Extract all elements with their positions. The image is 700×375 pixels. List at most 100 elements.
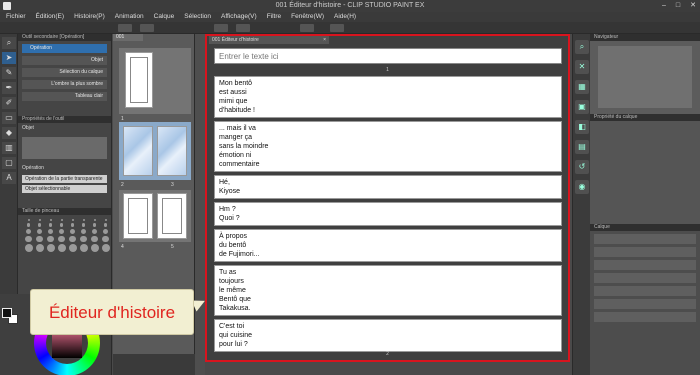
navigator-preview[interactable] bbox=[598, 46, 692, 108]
transform-icon[interactable]: ✕ bbox=[575, 60, 589, 74]
main-color-swatch[interactable] bbox=[2, 308, 12, 318]
brush-size-option[interactable] bbox=[24, 244, 33, 252]
brush-size-option[interactable] bbox=[70, 223, 75, 227]
brush-size-option[interactable] bbox=[79, 244, 88, 252]
brush-size-option[interactable] bbox=[59, 228, 64, 234]
text-tool-icon[interactable]: A bbox=[2, 172, 16, 184]
figure-tool-icon[interactable]: ▢ bbox=[2, 157, 16, 169]
brush-size-option[interactable] bbox=[26, 228, 31, 234]
brush-size-option[interactable] bbox=[103, 223, 108, 227]
cmd-button[interactable] bbox=[330, 24, 344, 32]
menu-edition[interactable]: Édition(E) bbox=[36, 12, 65, 22]
menu-filtre[interactable]: Filtre bbox=[267, 12, 281, 22]
subtool-layer-selection[interactable]: Sélection du calque bbox=[22, 68, 107, 77]
cmd-button[interactable] bbox=[300, 24, 314, 32]
cmd-button[interactable] bbox=[214, 24, 228, 32]
cmd-button[interactable] bbox=[236, 24, 250, 32]
brush-size-option[interactable] bbox=[90, 244, 99, 252]
brush-size-option[interactable] bbox=[46, 244, 55, 252]
brush-size-option[interactable] bbox=[48, 228, 53, 234]
story-entry[interactable]: Hé, Kiyose bbox=[214, 175, 562, 199]
close-icon[interactable]: ✕ bbox=[690, 0, 696, 12]
tone-icon[interactable]: ▦ bbox=[575, 80, 589, 94]
brush-size-option[interactable] bbox=[91, 235, 98, 242]
menu-fichier[interactable]: Fichier bbox=[6, 12, 26, 22]
brush-tool-icon[interactable]: ✐ bbox=[2, 97, 16, 109]
gradient-tool-icon[interactable]: ▥ bbox=[2, 142, 16, 154]
brush-size-option[interactable] bbox=[58, 235, 65, 242]
minimize-icon[interactable]: – bbox=[662, 0, 666, 12]
subtool-light-table[interactable]: Tableau clair bbox=[22, 92, 107, 101]
menu-calque[interactable]: Calque bbox=[154, 12, 175, 22]
close-tab-icon[interactable]: × bbox=[323, 36, 329, 44]
story-entry[interactable]: Hm ? Quoi ? bbox=[214, 202, 562, 226]
operation-tool-icon[interactable]: ➤ bbox=[2, 52, 16, 64]
brush-size-option[interactable] bbox=[92, 228, 97, 234]
page-tab[interactable]: 001 bbox=[113, 34, 143, 41]
story-editor-tab[interactable]: 001 Éditeur d'histoire × bbox=[209, 36, 329, 44]
brush-size-option[interactable] bbox=[27, 219, 30, 221]
maximize-icon[interactable]: □ bbox=[676, 0, 680, 12]
menu-affichage[interactable]: Affichage(V) bbox=[221, 12, 257, 22]
pen-tool-icon[interactable]: ✒ bbox=[2, 82, 16, 94]
menu-animation[interactable]: Animation bbox=[115, 12, 144, 22]
menu-selection[interactable]: Sélection bbox=[184, 12, 211, 22]
brush-size-option[interactable] bbox=[59, 223, 64, 227]
brush-size-option[interactable] bbox=[70, 228, 75, 234]
image-icon[interactable]: ▣ bbox=[575, 100, 589, 114]
brush-size-option[interactable] bbox=[37, 228, 42, 234]
brush-size-option[interactable] bbox=[49, 219, 52, 221]
story-text-input[interactable] bbox=[214, 48, 562, 64]
brush-size-option[interactable] bbox=[81, 228, 86, 234]
eyedropper-tool-icon[interactable]: ✎ bbox=[2, 67, 16, 79]
page-thumbnail[interactable] bbox=[157, 126, 187, 176]
brush-size-option[interactable] bbox=[101, 244, 110, 252]
material-icon[interactable]: ▤ bbox=[575, 140, 589, 154]
brush-size-option[interactable] bbox=[102, 235, 109, 242]
brush-size-option[interactable] bbox=[38, 219, 41, 221]
brush-size-option[interactable] bbox=[36, 235, 43, 242]
brush-size-option[interactable] bbox=[47, 235, 54, 242]
layer-row[interactable] bbox=[594, 299, 696, 309]
menu-aide[interactable]: Aide(H) bbox=[334, 12, 356, 22]
layer-row[interactable] bbox=[594, 312, 696, 322]
selectable-object-field[interactable]: Objet sélectionnable bbox=[22, 185, 107, 193]
layer-row[interactable] bbox=[594, 234, 696, 244]
story-entry[interactable]: ... mais il va manger ça sans la moindre… bbox=[214, 121, 562, 172]
page-thumbnail[interactable] bbox=[123, 126, 153, 176]
page-thumbnail[interactable] bbox=[125, 52, 153, 108]
layer-row[interactable] bbox=[594, 286, 696, 296]
brush-size-option[interactable] bbox=[81, 223, 86, 227]
cmd-button[interactable] bbox=[140, 24, 154, 32]
brush-size-option[interactable] bbox=[37, 223, 42, 227]
eraser-tool-icon[interactable]: ▭ bbox=[2, 112, 16, 124]
fill-tool-icon[interactable]: ◆ bbox=[2, 127, 16, 139]
menu-histoire[interactable]: Histoire(P) bbox=[74, 12, 105, 22]
search-icon[interactable]: ⌕ bbox=[575, 40, 589, 54]
layer-row[interactable] bbox=[594, 247, 696, 257]
brush-size-option[interactable] bbox=[35, 244, 44, 252]
story-entry[interactable]: Tu as toujours le même Bentô que Takakus… bbox=[214, 265, 562, 316]
brush-size-option[interactable] bbox=[69, 235, 76, 242]
transparent-operation-field[interactable]: Opération de la partie transparente bbox=[22, 175, 107, 183]
page-thumbnail[interactable] bbox=[157, 193, 187, 239]
brush-size-option[interactable] bbox=[93, 219, 96, 221]
brush-size-option[interactable] bbox=[25, 235, 32, 242]
brush-size-option[interactable] bbox=[48, 223, 53, 227]
brush-size-option[interactable] bbox=[26, 223, 31, 227]
subtool-operation[interactable]: Opération bbox=[22, 44, 107, 53]
story-entry[interactable]: C'est toi qui cuisine pour lui ? bbox=[214, 319, 562, 352]
cmd-button[interactable] bbox=[118, 24, 132, 32]
story-entry[interactable]: À propos du bentô de Fujimori... bbox=[214, 229, 562, 262]
menu-fenetre[interactable]: Fenêtre(W) bbox=[291, 12, 324, 22]
subtool-object[interactable]: Objet bbox=[22, 56, 107, 65]
layer-row[interactable] bbox=[594, 260, 696, 270]
history-icon[interactable]: ↺ bbox=[575, 160, 589, 174]
brush-size-option[interactable] bbox=[57, 244, 66, 252]
brush-size-option[interactable] bbox=[82, 219, 85, 221]
page-thumbnail[interactable] bbox=[123, 193, 153, 239]
subtool-darkest-shadow[interactable]: L'ombre la plus sombre bbox=[22, 80, 107, 89]
brush-size-option[interactable] bbox=[104, 219, 107, 221]
brush-size-option[interactable] bbox=[80, 235, 87, 242]
zoom-tool-icon[interactable]: ⌕ bbox=[2, 37, 16, 49]
